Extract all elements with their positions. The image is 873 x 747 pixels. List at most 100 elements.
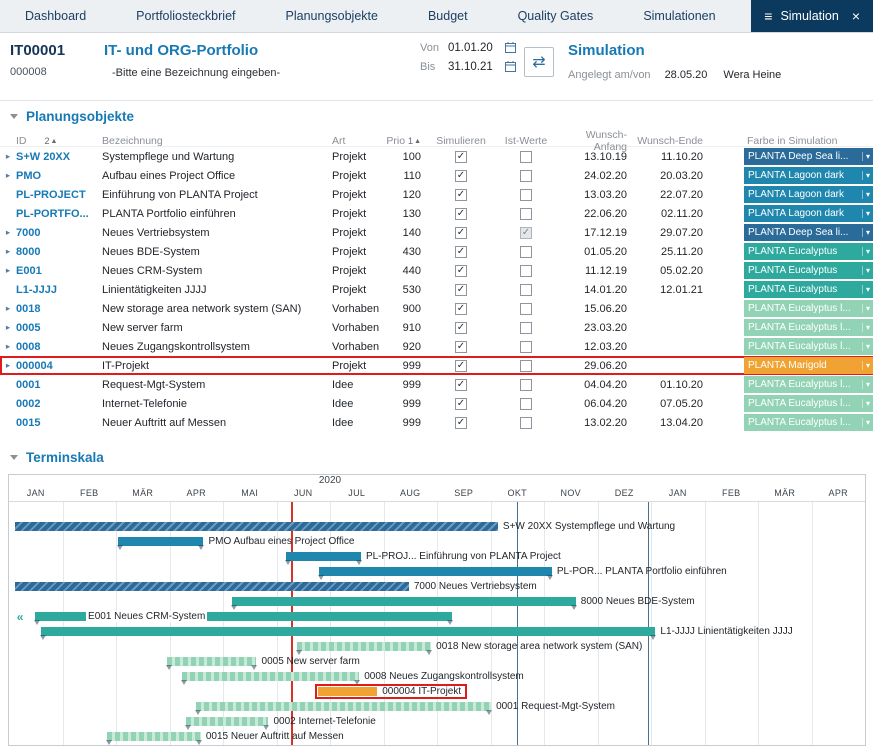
planning-object-id-link[interactable]: 0005 xyxy=(16,322,102,334)
simulieren-checkbox[interactable]: ✓ xyxy=(455,284,467,296)
planning-object-id-link[interactable]: PL-PROJECT xyxy=(16,189,102,201)
planning-object-id-link[interactable]: 0002 xyxy=(16,398,102,410)
color-dropdown[interactable]: PLANTA Deep Sea li... ▾ xyxy=(744,148,873,165)
gantt-bar-0018[interactable] xyxy=(297,642,431,651)
table-row[interactable]: 0015 Neuer Auftritt auf Messen Idee 999 … xyxy=(0,413,873,432)
table-row[interactable]: ▸ 8000 Neues BDE-System Projekt 430 ✓ 01… xyxy=(0,242,873,261)
table-row[interactable]: L1-JJJJ Linientätigkeiten JJJJ Projekt 5… xyxy=(0,280,873,299)
chevron-down-icon[interactable] xyxy=(10,455,18,460)
simulieren-checkbox[interactable]: ✓ xyxy=(455,189,467,201)
gantt-bar-S+W 20XX[interactable] xyxy=(15,522,498,531)
gantt-bar-0015[interactable] xyxy=(107,732,201,741)
simulieren-checkbox[interactable]: ✓ xyxy=(455,265,467,277)
color-dropdown[interactable]: PLANTA Eucalyptus ▾ xyxy=(744,243,873,260)
expand-icon[interactable]: ▸ xyxy=(0,360,16,371)
column-header-wunsch-anfang[interactable]: Wunsch-Anfang xyxy=(557,129,633,153)
color-dropdown[interactable]: PLANTA Marigold ▾ xyxy=(744,357,873,374)
table-row[interactable]: ▸ E001 Neues CRM-System Projekt 440 ✓ 11… xyxy=(0,261,873,280)
planning-object-id-link[interactable]: PMO xyxy=(16,170,102,182)
column-header-id[interactable]: ID 2▲ xyxy=(16,135,102,147)
color-dropdown[interactable]: PLANTA Eucalyptus l... ▾ xyxy=(744,395,873,412)
calendar-icon[interactable] xyxy=(504,41,517,54)
color-dropdown[interactable]: PLANTA Lagoon dark ▾ xyxy=(744,205,873,222)
expand-icon[interactable]: ▸ xyxy=(0,265,16,276)
planning-object-id-link[interactable]: E001 xyxy=(16,265,102,277)
planning-object-id-link[interactable]: S+W 20XX xyxy=(16,151,102,163)
expand-icon[interactable]: ▸ xyxy=(0,322,16,333)
ist-werte-checkbox[interactable] xyxy=(520,284,532,296)
simulieren-checkbox[interactable]: ✓ xyxy=(455,341,467,353)
ist-werte-checkbox[interactable] xyxy=(520,208,532,220)
color-dropdown[interactable]: PLANTA Eucalyptus l... ▾ xyxy=(744,414,873,431)
column-header-farbe[interactable]: Farbe in Simulation xyxy=(744,135,873,147)
expand-icon[interactable]: ▸ xyxy=(0,341,16,352)
expand-icon[interactable]: ▸ xyxy=(0,151,16,162)
table-row[interactable]: ▸ PMO Aufbau eines Project Office Projek… xyxy=(0,166,873,185)
ist-werte-checkbox[interactable] xyxy=(520,246,532,258)
gantt-bar-PL-PROJECT[interactable] xyxy=(286,552,360,561)
color-dropdown[interactable]: PLANTA Lagoon dark ▾ xyxy=(744,186,873,203)
tab-portfoliosteckbrief[interactable]: Portfoliosteckbrief xyxy=(111,0,260,32)
color-dropdown[interactable]: PLANTA Eucalyptus l... ▾ xyxy=(744,300,873,317)
ist-werte-checkbox[interactable] xyxy=(520,189,532,201)
ist-werte-checkbox[interactable] xyxy=(520,265,532,277)
planning-object-id-link[interactable]: 0015 xyxy=(16,417,102,429)
color-dropdown[interactable]: PLANTA Eucalyptus ▾ xyxy=(744,281,873,298)
tab-quality-gates[interactable]: Quality Gates xyxy=(493,0,619,32)
gantt-bar-7000[interactable] xyxy=(15,582,409,591)
expand-icon[interactable]: ▸ xyxy=(0,170,16,181)
tab-budget[interactable]: Budget xyxy=(403,0,493,32)
gantt-bar-0001[interactable] xyxy=(196,702,490,711)
planning-object-id-link[interactable]: 0001 xyxy=(16,379,102,391)
color-dropdown[interactable]: PLANTA Lagoon dark ▾ xyxy=(744,167,873,184)
simulieren-checkbox[interactable]: ✓ xyxy=(455,246,467,258)
ist-werte-checkbox[interactable]: ✓ xyxy=(520,227,532,239)
ist-werte-checkbox[interactable] xyxy=(520,379,532,391)
column-header-simulieren[interactable]: Simulieren xyxy=(427,135,495,147)
tab-dashboard[interactable]: Dashboard xyxy=(0,0,111,32)
chevron-down-icon[interactable] xyxy=(10,114,18,119)
refresh-dates-button[interactable]: ⇄ xyxy=(524,47,554,77)
gantt-bar-L1-JJJJ[interactable] xyxy=(41,627,656,636)
simulieren-checkbox[interactable]: ✓ xyxy=(455,322,467,334)
expand-icon[interactable]: ▸ xyxy=(0,227,16,238)
color-dropdown[interactable]: PLANTA Deep Sea li... ▾ xyxy=(744,224,873,241)
table-row[interactable]: ▸ 7000 Neues Vertriebsystem Projekt 140 … xyxy=(0,223,873,242)
expand-icon[interactable]: ▸ xyxy=(0,303,16,314)
planning-object-id-link[interactable]: 0018 xyxy=(16,303,102,315)
table-row[interactable]: ▸ S+W 20XX Systempflege und Wartung Proj… xyxy=(0,147,873,166)
column-header-prio[interactable]: Prio 1▲ xyxy=(387,135,427,147)
ist-werte-checkbox[interactable] xyxy=(520,322,532,334)
table-row[interactable]: PL-PORTFO... PLANTA Portfolio einführen … xyxy=(0,204,873,223)
table-row[interactable]: 0001 Request-Mgt-System Idee 999 ✓ 04.04… xyxy=(0,375,873,394)
planning-object-id-link[interactable]: 7000 xyxy=(16,227,102,239)
ist-werte-checkbox[interactable] xyxy=(520,398,532,410)
ist-werte-checkbox[interactable] xyxy=(520,417,532,429)
gantt-bar-8000[interactable] xyxy=(232,597,576,606)
planning-object-id-link[interactable]: 8000 xyxy=(16,246,102,258)
column-header-wunsch-ende[interactable]: Wunsch-Ende xyxy=(633,135,709,147)
table-row[interactable]: ▸ 0018 New storage area network system (… xyxy=(0,299,873,318)
simulieren-checkbox[interactable]: ✓ xyxy=(455,379,467,391)
tab-planungsobjekte[interactable]: Planungsobjekte xyxy=(261,0,403,32)
gantt-bar-0005[interactable] xyxy=(167,657,257,666)
table-row[interactable]: 0002 Internet-Telefonie Idee 999 ✓ 06.04… xyxy=(0,394,873,413)
color-dropdown[interactable]: PLANTA Eucalyptus l... ▾ xyxy=(744,338,873,355)
planning-object-id-link[interactable]: 000004 xyxy=(16,360,102,372)
table-row[interactable]: PL-PROJECT Einführung von PLANTA Project… xyxy=(0,185,873,204)
calendar-icon[interactable] xyxy=(504,60,517,73)
simulieren-checkbox[interactable]: ✓ xyxy=(455,151,467,163)
von-date-field[interactable]: 01.01.20 xyxy=(448,42,504,54)
simulieren-checkbox[interactable]: ✓ xyxy=(455,227,467,239)
planning-object-id-link[interactable]: PL-PORTFO... xyxy=(16,208,102,220)
gantt-bar-PL-PORTFO[interactable] xyxy=(319,567,552,576)
color-dropdown[interactable]: PLANTA Eucalyptus ▾ xyxy=(744,262,873,279)
simulieren-checkbox[interactable]: ✓ xyxy=(455,170,467,182)
column-header-art[interactable]: Art xyxy=(332,135,387,147)
table-row[interactable]: ▸ 000004 IT-Projekt Projekt 999 ✓ 29.06.… xyxy=(0,356,873,375)
planning-object-id-link[interactable]: L1-JJJJ xyxy=(16,284,102,296)
expand-icon[interactable]: ▸ xyxy=(0,246,16,257)
simulieren-checkbox[interactable]: ✓ xyxy=(455,398,467,410)
planning-object-id-link[interactable]: 0008 xyxy=(16,341,102,353)
tab-simulation-active[interactable]: ≡ Simulation × xyxy=(751,0,873,32)
